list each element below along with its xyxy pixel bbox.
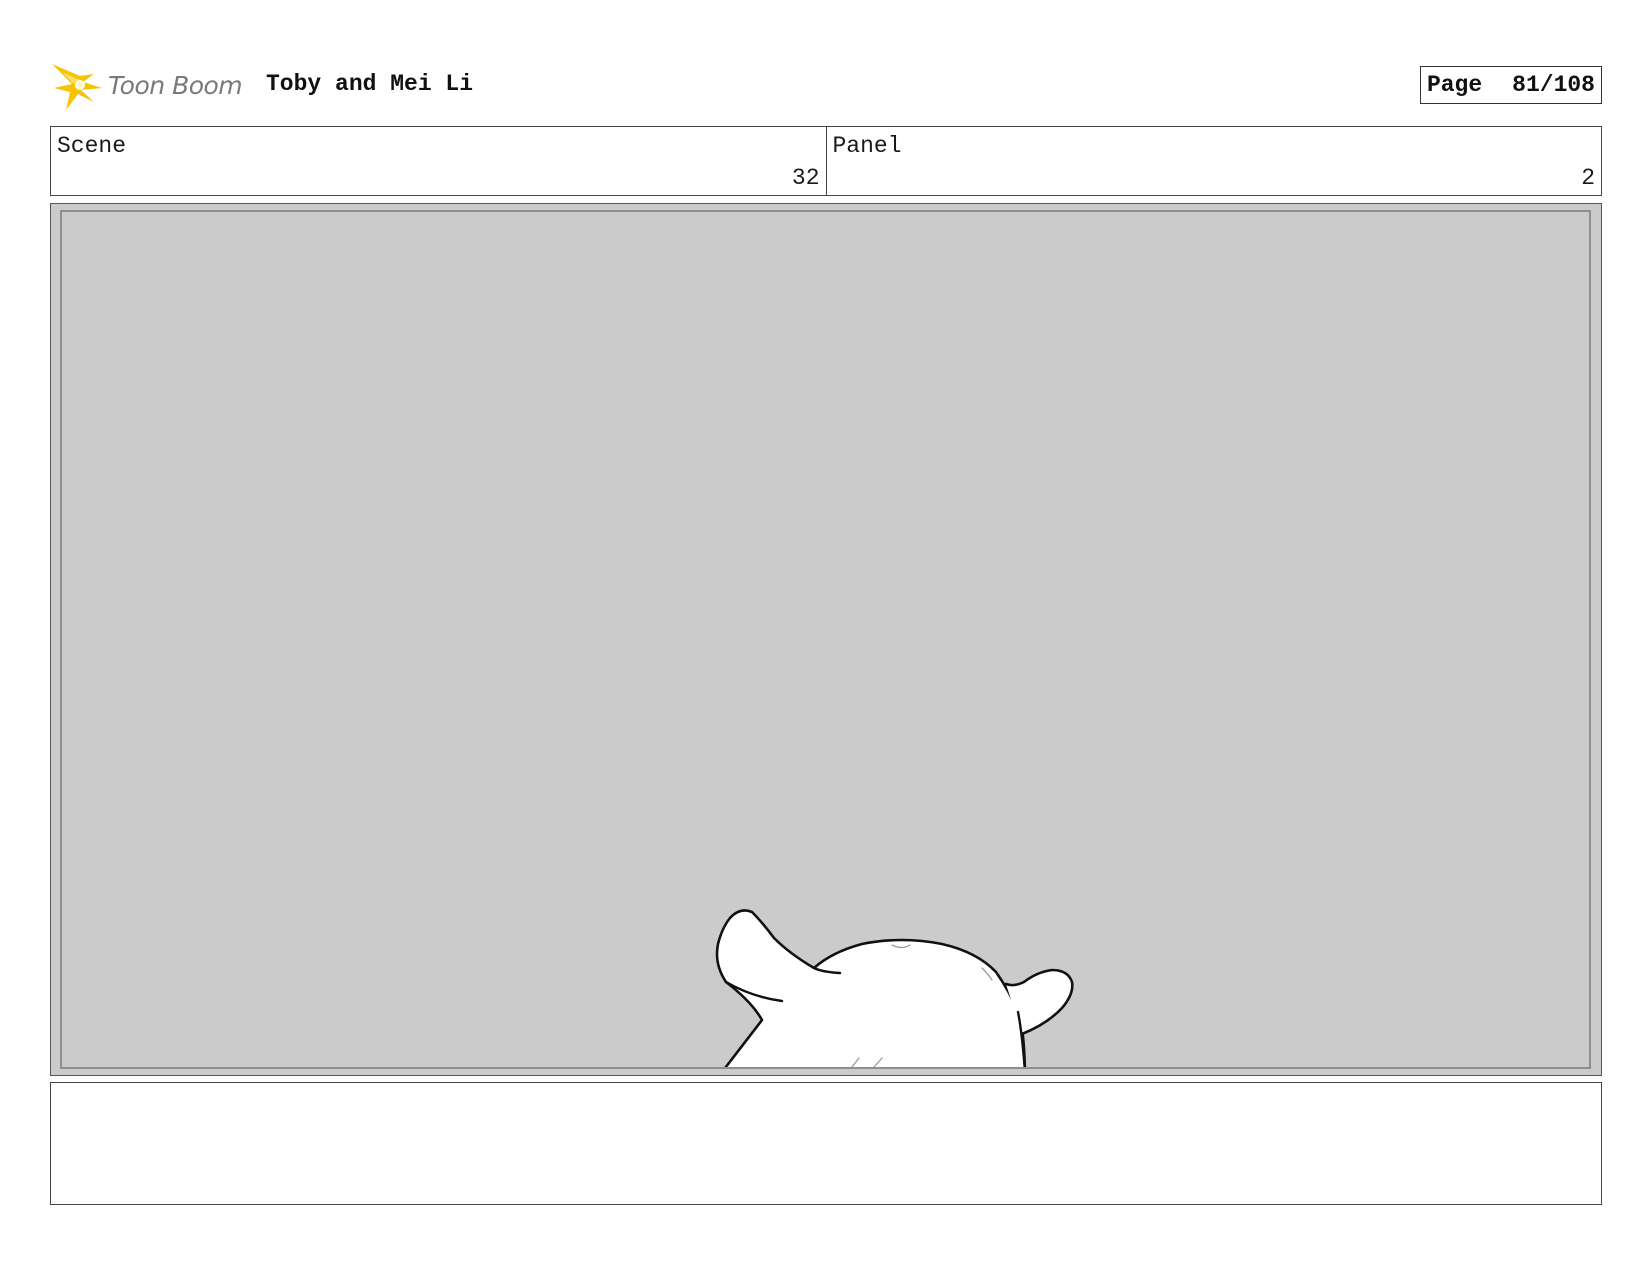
project-title: Toby and Mei Li <box>266 71 474 97</box>
toon-boom-logo: Toon Boom <box>50 58 243 114</box>
storyboard-image <box>60 210 1591 1069</box>
toon-boom-star-icon <box>52 64 102 110</box>
panel-cell: Panel 2 <box>825 127 1602 195</box>
scene-label: Scene <box>57 133 127 159</box>
panel-notes <box>50 1082 1602 1205</box>
panel-number: 2 <box>1581 165 1595 191</box>
page-header: Toon Boom Toby and Mei Li Page 81/108 <box>50 58 1602 114</box>
page-number: 81/108 <box>1512 72 1595 98</box>
page-label: Page <box>1426 72 1483 98</box>
page-indicator: Page 81/108 <box>1419 66 1602 104</box>
scene-panel-info: Scene 32 Panel 2 <box>50 126 1602 196</box>
scene-number: 32 <box>791 165 820 191</box>
panel-label: Panel <box>832 133 902 159</box>
character-sketch <box>715 909 1074 1067</box>
logo-wordmark: Toon Boom <box>108 70 243 100</box>
scene-cell: Scene 32 <box>51 127 826 195</box>
